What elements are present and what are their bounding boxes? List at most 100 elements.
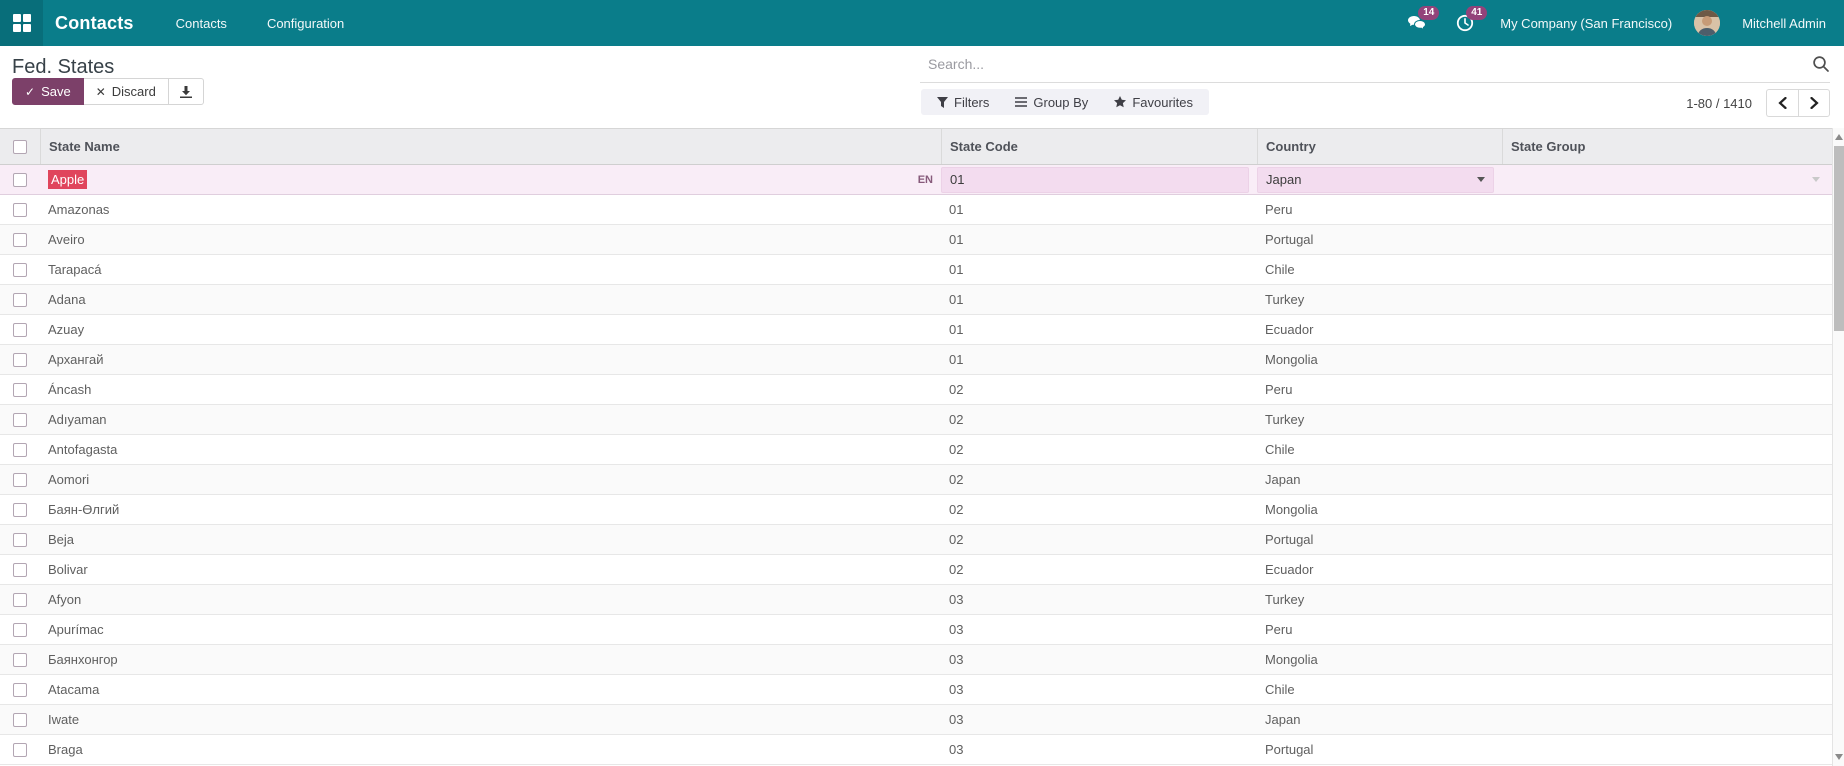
country-cell[interactable]: Chile bbox=[1257, 435, 1502, 464]
state-code-cell[interactable]: 01 bbox=[941, 225, 1257, 254]
column-header-state-group[interactable]: State Group bbox=[1502, 129, 1832, 164]
state-group-cell[interactable] bbox=[1502, 195, 1832, 224]
state-code-cell[interactable]: 02 bbox=[941, 405, 1257, 434]
country-cell[interactable]: Turkey bbox=[1257, 405, 1502, 434]
state-name-cell[interactable]: Apurímac bbox=[40, 615, 941, 644]
row-checkbox[interactable] bbox=[13, 322, 27, 337]
table-row[interactable]: Braga 03 Portugal bbox=[0, 735, 1832, 765]
vertical-scrollbar[interactable] bbox=[1832, 128, 1844, 766]
table-row[interactable]: Beja 02 Portugal bbox=[0, 525, 1832, 555]
column-header-state-name[interactable]: State Name bbox=[40, 129, 941, 164]
state-name-cell[interactable]: Баян-Өлгий bbox=[40, 495, 941, 524]
state-group-cell[interactable] bbox=[1502, 225, 1832, 254]
state-code-cell[interactable]: 03 bbox=[941, 615, 1257, 644]
state-group-cell[interactable] bbox=[1502, 405, 1832, 434]
table-row[interactable]: Баянхонгор 03 Mongolia bbox=[0, 645, 1832, 675]
state-name-cell[interactable]: Архангай bbox=[40, 345, 941, 374]
table-row[interactable]: Azuay 01 Ecuador bbox=[0, 315, 1832, 345]
state-code-cell[interactable]: 03 bbox=[941, 735, 1257, 764]
state-name-cell[interactable]: Amazonas bbox=[40, 195, 941, 224]
messages-menu[interactable]: 14 bbox=[1404, 6, 1440, 36]
state-group-cell[interactable] bbox=[1502, 645, 1832, 674]
row-checkbox[interactable] bbox=[13, 442, 27, 457]
row-checkbox[interactable] bbox=[13, 262, 27, 277]
state-name-cell[interactable]: Adana bbox=[40, 285, 941, 314]
table-row[interactable]: Atacama 03 Chile bbox=[0, 675, 1832, 705]
state-name-edit-cell[interactable]: Apple EN bbox=[40, 165, 941, 194]
save-button[interactable]: ✓ Save bbox=[12, 78, 84, 105]
country-cell[interactable]: Peru bbox=[1257, 375, 1502, 404]
table-row[interactable]: Afyon 03 Turkey bbox=[0, 585, 1832, 615]
country-cell[interactable]: Peru bbox=[1257, 615, 1502, 644]
state-group-cell[interactable] bbox=[1502, 555, 1832, 584]
state-name-cell[interactable]: Adıyaman bbox=[40, 405, 941, 434]
country-select[interactable]: Japan bbox=[1257, 166, 1494, 193]
table-row[interactable]: Amazonas 01 Peru bbox=[0, 195, 1832, 225]
table-row[interactable]: Adana 01 Turkey bbox=[0, 285, 1832, 315]
state-name-cell[interactable]: Tarapacá bbox=[40, 255, 941, 284]
user-menu[interactable]: Mitchell Admin bbox=[1742, 16, 1826, 31]
pager-previous-button[interactable] bbox=[1766, 89, 1798, 117]
state-group-cell[interactable] bbox=[1502, 735, 1832, 764]
state-code-cell[interactable]: 01 bbox=[941, 315, 1257, 344]
discard-button[interactable]: ✕ Discard bbox=[83, 78, 169, 105]
row-checkbox[interactable] bbox=[13, 202, 27, 217]
country-cell[interactable]: Japan bbox=[1257, 465, 1502, 494]
group-by-button[interactable]: Group By bbox=[1015, 95, 1088, 110]
country-cell[interactable]: Peru bbox=[1257, 195, 1502, 224]
state-group-cell[interactable] bbox=[1502, 435, 1832, 464]
row-checkbox[interactable] bbox=[13, 562, 27, 577]
row-checkbox[interactable] bbox=[13, 712, 27, 727]
select-all-checkbox[interactable] bbox=[13, 139, 27, 154]
row-checkbox[interactable] bbox=[13, 352, 27, 367]
state-code-cell[interactable]: 01 bbox=[941, 285, 1257, 314]
filters-button[interactable]: Filters bbox=[937, 95, 989, 110]
row-checkbox[interactable] bbox=[13, 652, 27, 667]
country-cell[interactable]: Portugal bbox=[1257, 735, 1502, 764]
state-name-cell[interactable]: Braga bbox=[40, 735, 941, 764]
state-code-cell[interactable]: 02 bbox=[941, 525, 1257, 554]
row-checkbox[interactable] bbox=[13, 622, 27, 637]
table-row[interactable]: Архангай 01 Mongolia bbox=[0, 345, 1832, 375]
state-group-cell[interactable] bbox=[1502, 465, 1832, 494]
search-bar[interactable]: Search... bbox=[920, 46, 1830, 83]
country-cell[interactable]: Portugal bbox=[1257, 225, 1502, 254]
state-group-cell[interactable] bbox=[1502, 255, 1832, 284]
export-button[interactable] bbox=[168, 78, 204, 105]
state-group-cell[interactable] bbox=[1502, 705, 1832, 734]
row-checkbox[interactable] bbox=[13, 682, 27, 697]
row-checkbox[interactable] bbox=[13, 592, 27, 607]
state-name-cell[interactable]: Azuay bbox=[40, 315, 941, 344]
state-name-cell[interactable]: Bolivar bbox=[40, 555, 941, 584]
row-checkbox[interactable] bbox=[13, 292, 27, 307]
favourites-button[interactable]: Favourites bbox=[1114, 95, 1193, 110]
country-cell[interactable]: Turkey bbox=[1257, 585, 1502, 614]
state-code-cell[interactable]: 02 bbox=[941, 495, 1257, 524]
search-icon[interactable] bbox=[1812, 55, 1830, 73]
apps-menu-button[interactable] bbox=[0, 0, 43, 46]
state-code-cell[interactable]: 03 bbox=[941, 585, 1257, 614]
table-row[interactable]: Bolivar 02 Ecuador bbox=[0, 555, 1832, 585]
state-code-cell[interactable]: 03 bbox=[941, 675, 1257, 704]
scrollbar-up-arrow[interactable] bbox=[1835, 134, 1843, 140]
country-cell[interactable]: Mongolia bbox=[1257, 345, 1502, 374]
country-cell[interactable]: Chile bbox=[1257, 255, 1502, 284]
table-row[interactable]: Apurímac 03 Peru bbox=[0, 615, 1832, 645]
state-group-cell[interactable] bbox=[1502, 285, 1832, 314]
country-cell[interactable]: Mongolia bbox=[1257, 645, 1502, 674]
state-group-cell[interactable] bbox=[1502, 315, 1832, 344]
scrollbar-down-arrow[interactable] bbox=[1835, 754, 1843, 760]
menu-contacts[interactable]: Contacts bbox=[174, 10, 229, 37]
state-name-cell[interactable]: Áncash bbox=[40, 375, 941, 404]
state-group-edit-cell[interactable] bbox=[1502, 165, 1832, 194]
state-group-cell[interactable] bbox=[1502, 675, 1832, 704]
scrollbar-thumb[interactable] bbox=[1834, 146, 1844, 331]
state-group-cell[interactable] bbox=[1502, 495, 1832, 524]
state-name-cell[interactable]: Beja bbox=[40, 525, 941, 554]
country-cell[interactable]: Portugal bbox=[1257, 525, 1502, 554]
state-code-cell[interactable]: 02 bbox=[941, 375, 1257, 404]
country-cell[interactable]: Chile bbox=[1257, 675, 1502, 704]
state-code-cell[interactable]: 01 bbox=[941, 345, 1257, 374]
state-code-cell[interactable]: 01 bbox=[941, 255, 1257, 284]
table-row[interactable]: Aveiro 01 Portugal bbox=[0, 225, 1832, 255]
